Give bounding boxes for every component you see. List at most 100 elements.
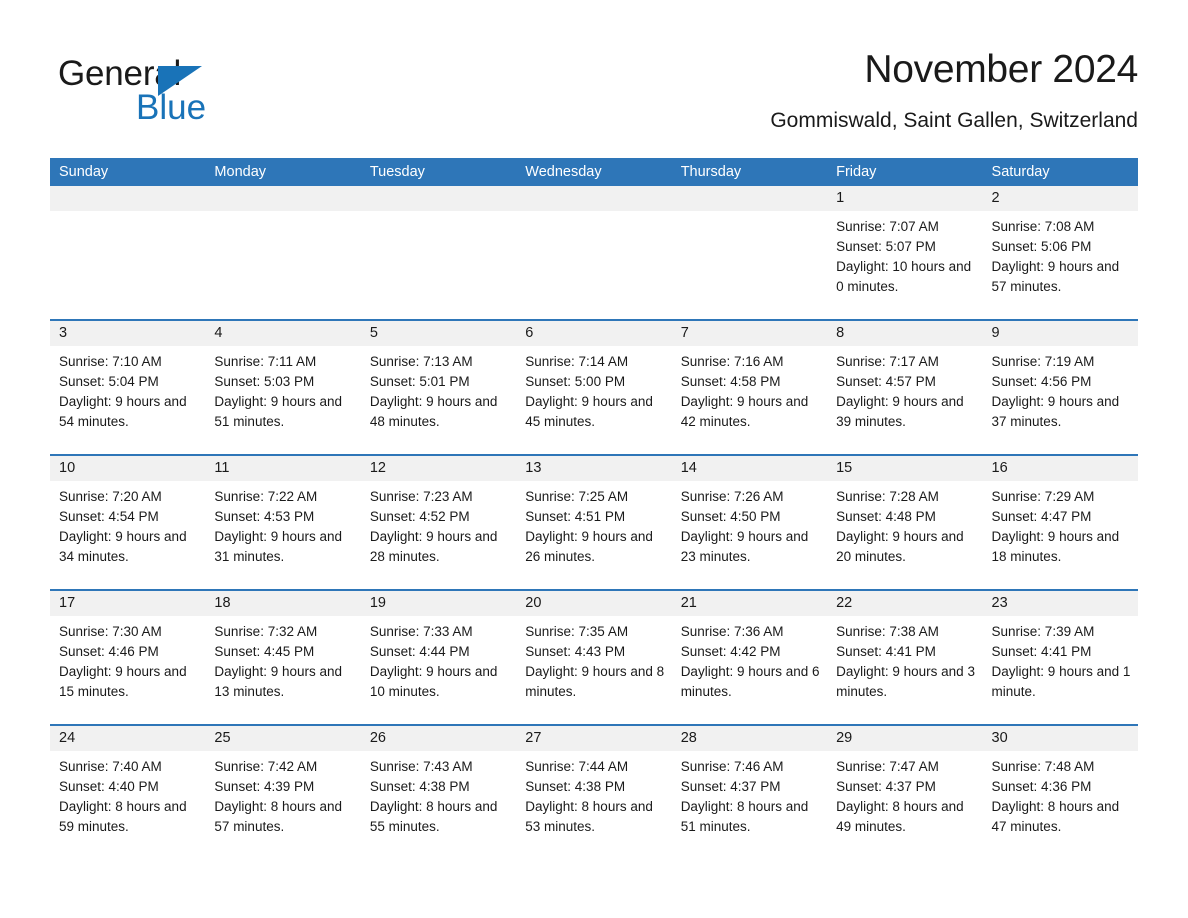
day-cell[interactable]: 17 Sunrise: 7:30 AM Sunset: 4:46 PM Dayligh… [50,591,206,724]
sunrise-text: Sunrise: 7:16 AM [680,354,784,369]
day-cell-empty [516,186,672,319]
day-number: 28 [671,726,828,751]
day-cell[interactable]: 5 Sunrise: 7:13 AM Sunset: 5:01 PM Daylight… [360,321,517,454]
daylight-text: Daylight: 9 hours and 39 minutes. [836,394,964,429]
day-cell[interactable]: 10 Sunrise: 7:20 AM Sunset: 4:54 PM Dayligh… [50,456,206,589]
day-number: 10 [50,456,206,481]
sunrise-text: Sunrise: 7:22 AM [214,489,318,504]
day-sun-info: Sunrise: 7:17 AM Sunset: 4:57 PM Daylight:… [827,346,982,432]
daylight-text: Daylight: 8 hours and 59 minutes. [59,799,187,834]
day-cell[interactable]: 29 Sunrise: 7:47 AM Sunset: 4:37 PM Dayligh… [827,726,983,859]
day-number: 15 [827,456,983,481]
day-number: 2 [982,186,1138,211]
day-cell[interactable]: 20 Sunrise: 7:35 AM Sunset: 4:43 PM Dayligh… [516,591,672,724]
day-number: 17 [50,591,206,616]
day-cell[interactable]: 15 Sunrise: 7:28 AM Sunset: 4:48 PM Dayligh… [827,456,983,589]
day-cell[interactable]: 12 Sunrise: 7:23 AM Sunset: 4:52 PM Dayligh… [360,456,517,589]
day-cell[interactable]: 7 Sunrise: 7:16 AM Sunset: 4:58 PM Daylight… [671,321,828,454]
sunset-text: Sunset: 4:56 PM [991,374,1092,389]
day-number: 12 [360,456,517,481]
day-cell[interactable]: 22 Sunrise: 7:38 AM Sunset: 4:41 PM Dayligh… [827,591,983,724]
day-cell[interactable]: 21 Sunrise: 7:36 AM Sunset: 4:42 PM Dayligh… [671,591,828,724]
day-cell[interactable]: 19 Sunrise: 7:33 AM Sunset: 4:44 PM Dayligh… [360,591,517,724]
sunrise-text: Sunrise: 7:26 AM [680,489,784,504]
day-number: 11 [205,456,361,481]
day-cell[interactable]: 11 Sunrise: 7:22 AM Sunset: 4:53 PM Dayligh… [205,456,361,589]
day-cell[interactable]: 1 Sunrise: 7:07 AM Sunset: 5:07 PM Daylight… [827,186,983,319]
day-sun-info: Sunrise: 7:35 AM Sunset: 4:43 PM Daylight:… [516,616,671,702]
day-cell[interactable]: 14 Sunrise: 7:26 AM Sunset: 4:50 PM Dayligh… [671,456,828,589]
calendar-week-row: 10 Sunrise: 7:20 AM Sunset: 4:54 PM Dayligh… [50,454,1138,589]
daylight-text: Daylight: 9 hours and 57 minutes. [991,259,1120,294]
day-cell[interactable]: 16 Sunrise: 7:29 AM Sunset: 4:47 PM Dayligh… [982,456,1138,589]
day-cell[interactable]: 13 Sunrise: 7:25 AM Sunset: 4:51 PM Dayligh… [516,456,672,589]
day-number: 21 [671,591,828,616]
sunset-text: Sunset: 4:40 PM [59,779,159,794]
daylight-text: Daylight: 8 hours and 47 minutes. [991,799,1120,834]
day-number: 16 [982,456,1138,481]
page-subtitle: Gommiswald, Saint Gallen, Switzerland [770,109,1138,132]
sunset-text: Sunset: 5:04 PM [59,374,159,389]
daylight-text: Daylight: 9 hours and 18 minutes. [991,529,1120,564]
day-number: 29 [827,726,983,751]
day-sun-info: Sunrise: 7:40 AM Sunset: 4:40 PM Daylight:… [50,751,205,837]
day-cell[interactable]: 9 Sunrise: 7:19 AM Sunset: 4:56 PM Daylight… [982,321,1138,454]
day-number: 24 [50,726,206,751]
daylight-text: Daylight: 9 hours and 10 minutes. [369,664,498,699]
day-cell[interactable]: 23 Sunrise: 7:39 AM Sunset: 4:41 PM Dayligh… [982,591,1138,724]
day-sun-info: Sunrise: 7:39 AM Sunset: 4:41 PM Daylight:… [983,616,1138,702]
day-number: 19 [360,591,517,616]
sunset-text: Sunset: 4:38 PM [369,779,470,794]
daylight-text: Daylight: 9 hours and 54 minutes. [59,394,187,429]
day-sun-info: Sunrise: 7:13 AM Sunset: 5:01 PM Daylight:… [361,346,516,432]
weekday-monday: Monday [214,164,267,180]
day-cell[interactable]: 2 Sunrise: 7:08 AM Sunset: 5:06 PM Daylight… [982,186,1138,319]
sunrise-text: Sunrise: 7:13 AM [369,354,473,369]
day-number: 27 [516,726,672,751]
sunset-text: Sunset: 4:47 PM [991,509,1092,524]
day-cell[interactable]: 28 Sunrise: 7:46 AM Sunset: 4:37 PM Dayligh… [671,726,828,859]
day-cell[interactable]: 25 Sunrise: 7:42 AM Sunset: 4:39 PM Dayligh… [205,726,361,859]
day-sun-info: Sunrise: 7:11 AM Sunset: 5:03 PM Daylight:… [205,346,360,432]
logo-text-blue: Blue [136,88,207,127]
day-sun-info: Sunrise: 7:10 AM Sunset: 5:04 PM Daylight:… [50,346,205,432]
day-cell[interactable]: 4 Sunrise: 7:11 AM Sunset: 5:03 PM Daylight… [205,321,361,454]
day-cell-empty [360,186,517,319]
sunset-text: Sunset: 4:57 PM [836,374,936,389]
day-cell[interactable]: 30 Sunrise: 7:48 AM Sunset: 4:36 PM Dayligh… [982,726,1138,859]
page-header: General Blue November 2024 Gommiswald, S… [50,46,1138,146]
day-cell[interactable]: 18 Sunrise: 7:32 AM Sunset: 4:45 PM Dayligh… [205,591,361,724]
day-number: 7 [671,321,828,346]
day-number: 23 [982,591,1138,616]
sunrise-text: Sunrise: 7:23 AM [369,489,473,504]
sunset-text: Sunset: 4:42 PM [680,644,781,659]
day-cell[interactable]: 3 Sunrise: 7:10 AM Sunset: 5:04 PM Daylight… [50,321,206,454]
day-cell[interactable]: 6 Sunrise: 7:14 AM Sunset: 5:00 PM Daylight… [516,321,672,454]
daylight-text: Daylight: 9 hours and 1 minute. [991,664,1131,699]
sunset-text: Sunset: 4:58 PM [680,374,781,389]
day-sun-info: Sunrise: 7:30 AM Sunset: 4:46 PM Daylight:… [50,616,205,702]
day-cell[interactable]: 8 Sunrise: 7:17 AM Sunset: 4:57 PM Daylight… [827,321,983,454]
weekday-header-row: Sunday Monday Tuesday Wednesday Thursday… [50,158,1138,186]
day-cell[interactable]: 27 Sunrise: 7:44 AM Sunset: 4:38 PM Dayligh… [516,726,672,859]
sunset-text: Sunset: 4:45 PM [214,644,315,659]
sunrise-text: Sunrise: 7:47 AM [836,759,939,774]
day-cell-empty [205,186,361,319]
day-cell[interactable]: 24 Sunrise: 7:40 AM Sunset: 4:40 PM Dayligh… [50,726,206,859]
sunset-text: Sunset: 4:37 PM [680,779,781,794]
day-sun-info: Sunrise: 7:25 AM Sunset: 4:51 PM Daylight:… [516,481,671,567]
day-cell[interactable]: 26 Sunrise: 7:43 AM Sunset: 4:38 PM Dayligh… [360,726,517,859]
day-sun-info: Sunrise: 7:20 AM Sunset: 4:54 PM Daylight:… [50,481,205,567]
daylight-text: Daylight: 9 hours and 3 minutes. [836,664,975,699]
day-sun-info: Sunrise: 7:32 AM Sunset: 4:45 PM Daylight:… [205,616,360,702]
daylight-text: Daylight: 9 hours and 28 minutes. [369,529,498,564]
day-sun-info: Sunrise: 7:16 AM Sunset: 4:58 PM Daylight:… [672,346,827,432]
daylight-text: Daylight: 9 hours and 15 minutes. [59,664,187,699]
sunset-text: Sunset: 4:41 PM [836,644,936,659]
sunrise-text: Sunrise: 7:08 AM [991,219,1095,234]
calendar-week-row: 24 Sunrise: 7:40 AM Sunset: 4:40 PM Dayligh… [50,724,1138,859]
calendar-week-row: 3 Sunrise: 7:10 AM Sunset: 5:04 PM Daylight… [50,319,1138,454]
daylight-text: Daylight: 8 hours and 55 minutes. [369,799,498,834]
daylight-text: Daylight: 9 hours and 23 minutes. [680,529,809,564]
weekday-sunday: Sunday [59,164,109,180]
